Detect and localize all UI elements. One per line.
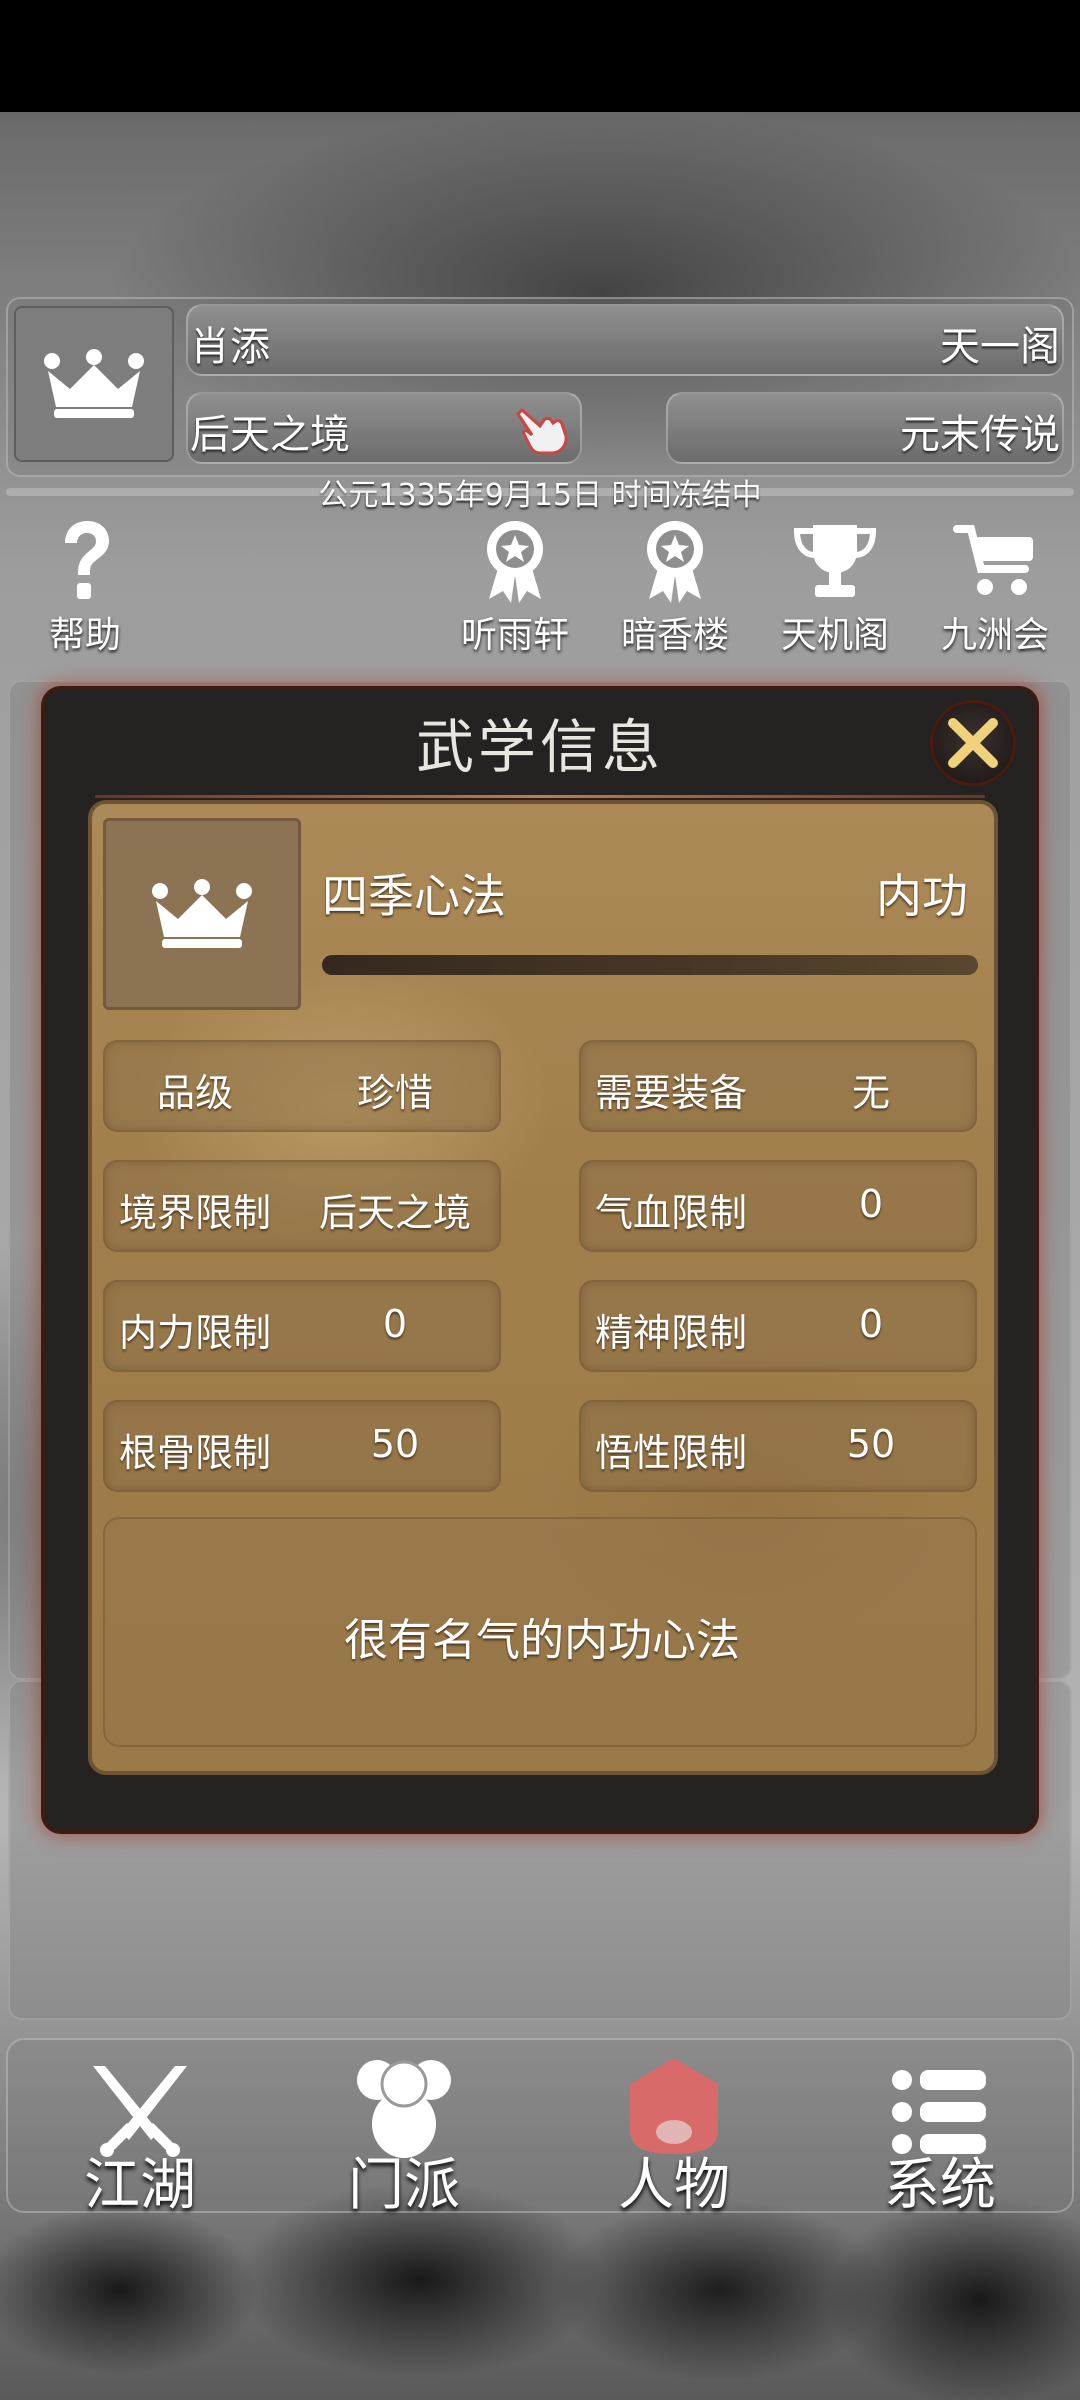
trophy-icon: [793, 525, 877, 597]
faction-name: 天一阁: [940, 324, 1060, 370]
attr-value: 0: [382, 1302, 408, 1346]
attr-key: 需要装备: [594, 1071, 747, 1115]
status-bar: [0, 0, 1080, 112]
nav-tianjige[interactable]: 天机阁: [760, 518, 910, 658]
attr-value: 0: [858, 1302, 884, 1346]
attr-value: 0: [858, 1182, 884, 1226]
attr-key: 品级: [156, 1071, 233, 1115]
tab-jianghu[interactable]: 江湖: [40, 2048, 240, 2218]
attr-row: 悟性限制 50: [579, 1400, 977, 1492]
tab-xitong[interactable]: 系统: [840, 2048, 1040, 2218]
skill-name: 四季心法: [322, 869, 506, 923]
attr-row: 气血限制 0: [579, 1160, 977, 1252]
title-pill: 元末传说: [666, 392, 1064, 464]
help-button[interactable]: 帮助: [10, 518, 160, 658]
close-icon: [948, 718, 998, 768]
attr-row: 精神限制 0: [579, 1280, 977, 1372]
nav-anxianglou[interactable]: 暗香楼: [600, 518, 750, 658]
question-mark-icon: [65, 521, 109, 599]
tab-menpai[interactable]: 门派: [304, 2048, 504, 2218]
crown-icon: [44, 349, 144, 418]
nav-jiuzhouhui[interactable]: 九洲会: [920, 518, 1070, 658]
attr-key: 悟性限制: [594, 1431, 747, 1475]
attr-key: 境界限制: [118, 1191, 271, 1235]
tab-renwu[interactable]: 人物: [574, 2048, 774, 2218]
tab-label: 系统: [884, 2153, 996, 2218]
skill-icon-box: [103, 818, 301, 1010]
attr-row: 境界限制 后天之境: [103, 1160, 501, 1252]
ribbon-award-icon: [487, 521, 543, 603]
nav-tingyuxuan[interactable]: 听雨轩: [440, 518, 590, 658]
realm-pill[interactable]: 后天之境: [186, 392, 582, 464]
player-title: 元末传说: [900, 412, 1060, 458]
ribbon-award-icon: [647, 521, 703, 603]
help-label: 帮助: [48, 615, 121, 656]
tab-label: 人物: [618, 2153, 730, 2218]
tab-label: 门派: [348, 2153, 460, 2218]
header-divider: [6, 488, 1074, 496]
nav-label: 九洲会: [940, 615, 1049, 656]
brush-stroke-divider: [322, 955, 978, 975]
attr-key: 根骨限制: [118, 1431, 271, 1475]
attr-key: 精神限制: [594, 1311, 747, 1355]
name-faction-pill: 肖添 天一阁: [186, 304, 1064, 376]
attr-row: 需要装备 无: [579, 1040, 977, 1132]
attr-row: 内力限制 0: [103, 1280, 501, 1372]
attr-key: 气血限制: [594, 1191, 747, 1235]
dialog-title: 武学信息: [415, 713, 664, 781]
attr-value: 后天之境: [318, 1191, 471, 1235]
tab-label: 江湖: [84, 2153, 196, 2218]
attr-value: 无: [851, 1071, 890, 1115]
pointing-hand-icon: [516, 407, 568, 455]
skill-description-box: 很有名气的内功心法: [103, 1517, 977, 1747]
nav-label: 听雨轩: [460, 615, 569, 656]
attr-row: 品级 珍惜: [103, 1040, 501, 1132]
player-name: 肖添: [190, 324, 270, 370]
crown-icon: [152, 879, 252, 948]
attr-value: 50: [846, 1422, 896, 1466]
cart-icon: [953, 525, 1033, 595]
realm-text: 后天之境: [190, 412, 350, 458]
nav-label: 暗香楼: [620, 615, 729, 656]
skill-description: 很有名气的内功心法: [344, 1615, 740, 1666]
attr-key: 内力限制: [118, 1311, 271, 1355]
title-divider: [95, 795, 985, 798]
close-button[interactable]: [930, 700, 1016, 786]
nav-label: 天机阁: [780, 615, 889, 656]
avatar[interactable]: [14, 306, 174, 462]
attr-row: 根骨限制 50: [103, 1400, 501, 1492]
attr-value: 50: [370, 1422, 420, 1466]
skill-type: 内功: [876, 869, 968, 923]
attr-value: 珍惜: [356, 1071, 433, 1115]
